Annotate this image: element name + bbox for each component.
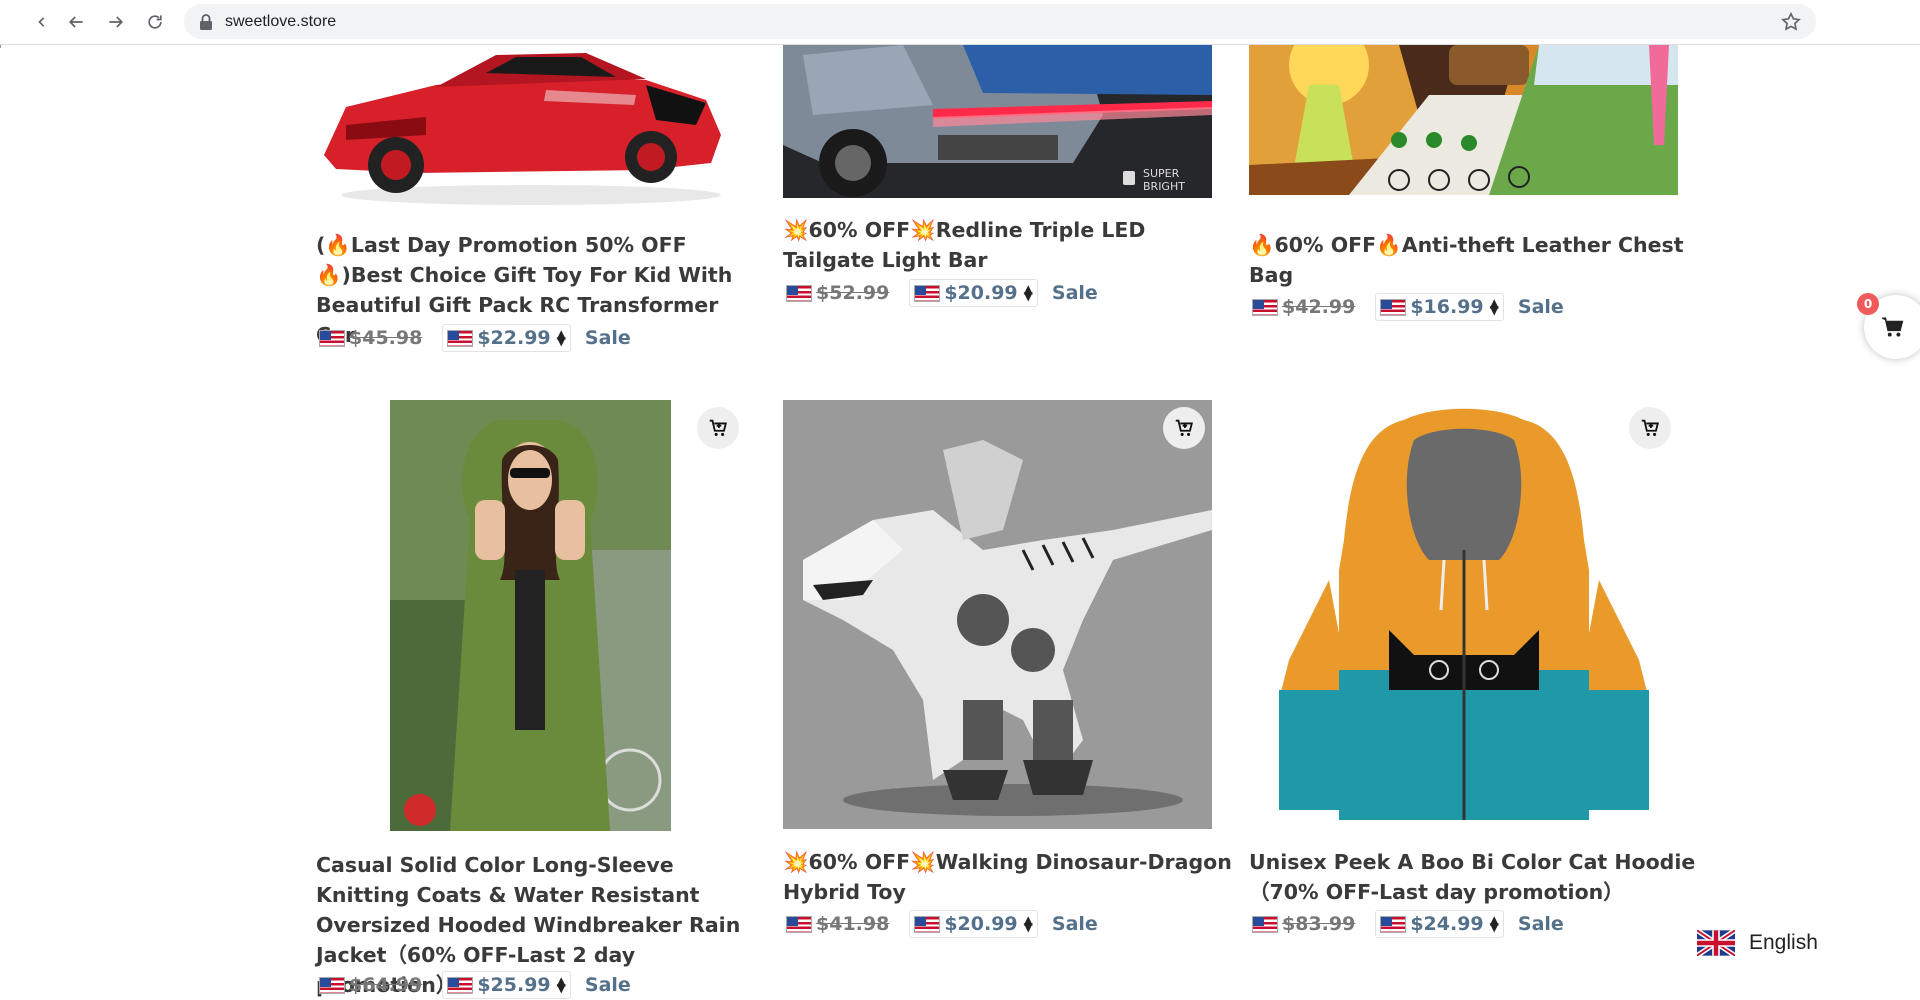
add-to-cart-button[interactable] [1163,407,1205,449]
currency-price-select[interactable]: $20.99 ▲ ▼ [909,279,1038,307]
svg-text:BRIGHT: BRIGHT [1143,180,1185,193]
language-selector[interactable]: English [1697,930,1818,956]
sale-price: $20.99 [944,282,1018,304]
sort-arrows-icon: ▲ ▼ [556,974,566,995]
us-flag-icon [786,915,812,933]
us-flag-icon [914,915,941,933]
product-image-dinosaur-toy[interactable] [783,400,1212,829]
sale-badge: Sale [584,327,631,349]
fire-icon: 🔥 [1376,233,1402,257]
forward-button[interactable] [100,6,132,38]
original-price: $64.99 [349,974,423,996]
reload-button[interactable] [139,6,171,38]
url-text[interactable]: sweetlove.store [225,13,336,31]
svg-text:SUPER: SUPER [1143,167,1180,180]
reload-icon [148,15,162,29]
price-row: $45.98 $22.99 ▲ ▼ Sale [319,324,631,352]
add-to-cart-button[interactable] [697,407,739,449]
currency-price-select[interactable]: $22.99 ▲ ▼ [442,324,571,352]
original-price: $45.98 [349,327,423,349]
sale-price: $22.99 [477,327,551,349]
explosion-icon: 💥 [783,218,809,242]
address-bar[interactable]: sweetlove.store [184,4,1816,39]
shopping-cart-icon [1882,317,1904,337]
us-flag-icon [319,976,345,994]
browser-toolbar: sweetlove.store [0,0,1920,45]
explosion-icon: 💥 [910,218,936,242]
us-flag-icon [319,329,345,347]
back-button[interactable] [60,6,92,38]
original-price: $52.99 [816,282,890,304]
currency-price-select[interactable]: $24.99 ▲ ▼ [1375,910,1504,938]
price-row: $52.99 $20.99 ▲ ▼ Sale [786,279,1098,307]
product-image-knitted-coat[interactable] [390,400,671,831]
sale-badge: Sale [1051,913,1098,935]
bookmark-star-icon[interactable] [1780,11,1802,33]
fire-icon: 🔥 [325,233,351,257]
language-label: English [1749,931,1818,954]
us-flag-icon [447,329,474,347]
us-flag-icon [1380,915,1407,933]
us-flag-icon [914,284,941,302]
product-title[interactable]: 💥60% OFF💥Redline Triple LED Tailgate Lig… [783,215,1223,275]
cart-plus-icon [1175,419,1193,436]
chevron-left-icon[interactable] [30,6,54,38]
sort-arrows-icon: ▲ ▼ [1489,296,1499,317]
sort-arrows-icon: ▲ ▼ [1489,913,1499,934]
uk-flag-icon [1697,930,1735,956]
sale-price: $24.99 [1410,913,1484,935]
lock-icon [200,14,212,30]
price-row: $41.98 $20.99 ▲ ▼ Sale [786,910,1098,938]
forward-arrow-icon [109,16,124,28]
price-row: $64.99 $25.99 ▲ ▼ Sale [319,971,631,999]
product-image-chest-bag[interactable] [1249,45,1678,195]
currency-price-select[interactable]: $20.99 ▲ ▼ [909,910,1038,938]
sale-badge: Sale [1051,282,1098,304]
price-row: $83.99 $24.99 ▲ ▼ Sale [1252,910,1564,938]
currency-price-select[interactable]: $25.99 ▲ ▼ [442,971,571,999]
product-image-rc-car[interactable] [316,45,745,213]
currency-price-select[interactable]: $16.99 ▲ ▼ [1375,293,1504,321]
add-to-cart-button[interactable] [1629,407,1671,449]
product-image-tailgate-light[interactable]: SUPER BRIGHT [783,45,1212,198]
sort-arrows-icon: ▲ ▼ [1023,913,1033,934]
original-price: $41.98 [816,913,890,935]
fire-icon: 🔥 [1249,233,1275,257]
us-flag-icon [786,284,812,302]
explosion-icon: 💥 [783,850,809,874]
product-image-cat-hoodie[interactable] [1249,400,1678,829]
cart-plus-icon [709,419,727,436]
original-price: $42.99 [1282,296,1356,318]
product-title[interactable]: 💥60% OFF💥Walking Dinosaur-Dragon Hybrid … [783,847,1233,907]
sale-price: $16.99 [1410,296,1484,318]
us-flag-icon [447,976,474,994]
cart-plus-icon [1641,419,1659,436]
sale-price: $25.99 [477,974,551,996]
sale-badge: Sale [1517,913,1564,935]
product-title[interactable]: Unisex Peek A Boo Bi Color Cat Hoodie（70… [1249,847,1699,907]
explosion-icon: 💥 [910,850,936,874]
us-flag-icon [1380,298,1407,316]
original-price: $83.99 [1282,913,1356,935]
us-flag-icon [1252,298,1278,316]
sale-badge: Sale [1517,296,1564,318]
back-arrow-icon [68,16,83,28]
fire-icon: 🔥 [316,263,342,287]
sort-arrows-icon: ▲ ▼ [1023,282,1033,303]
product-title[interactable]: 🔥60% OFF🔥Anti-theft Leather Chest Bag [1249,230,1699,290]
sale-badge: Sale [584,974,631,996]
sort-arrows-icon: ▲ ▼ [556,327,566,348]
cart-count-badge: 0 [1857,293,1879,315]
sale-price: $20.99 [944,913,1018,935]
us-flag-icon [1252,915,1278,933]
price-row: $42.99 $16.99 ▲ ▼ Sale [1252,293,1564,321]
